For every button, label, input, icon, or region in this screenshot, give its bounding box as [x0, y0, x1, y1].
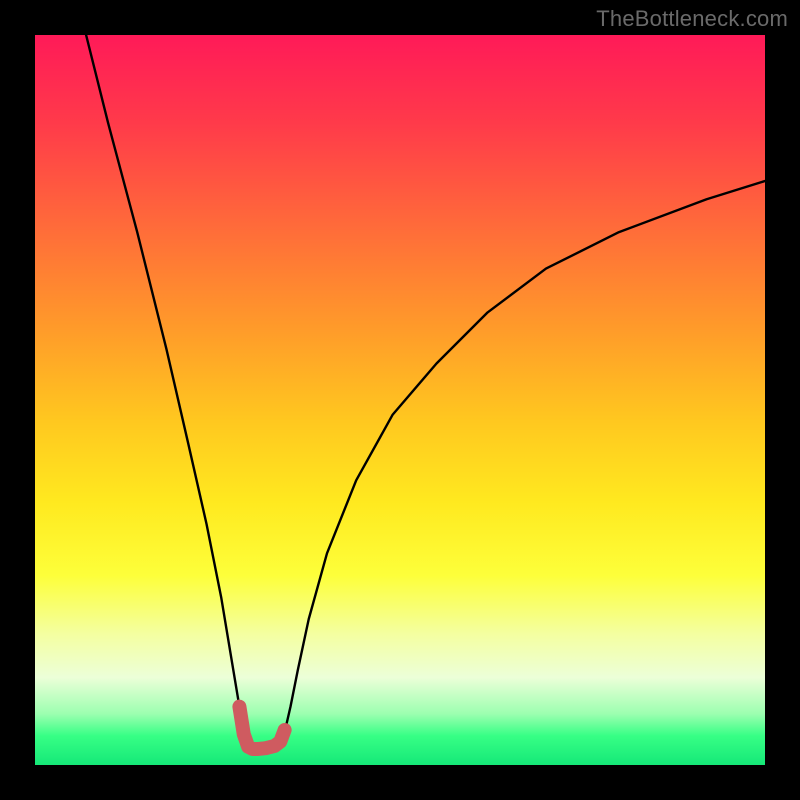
plot-area [35, 35, 765, 765]
watermark-text: TheBottleneck.com [596, 6, 788, 32]
black-curve [86, 35, 765, 749]
chart-frame: TheBottleneck.com [0, 0, 800, 800]
curve-svg [35, 35, 765, 765]
red-trough-curve [239, 707, 284, 749]
